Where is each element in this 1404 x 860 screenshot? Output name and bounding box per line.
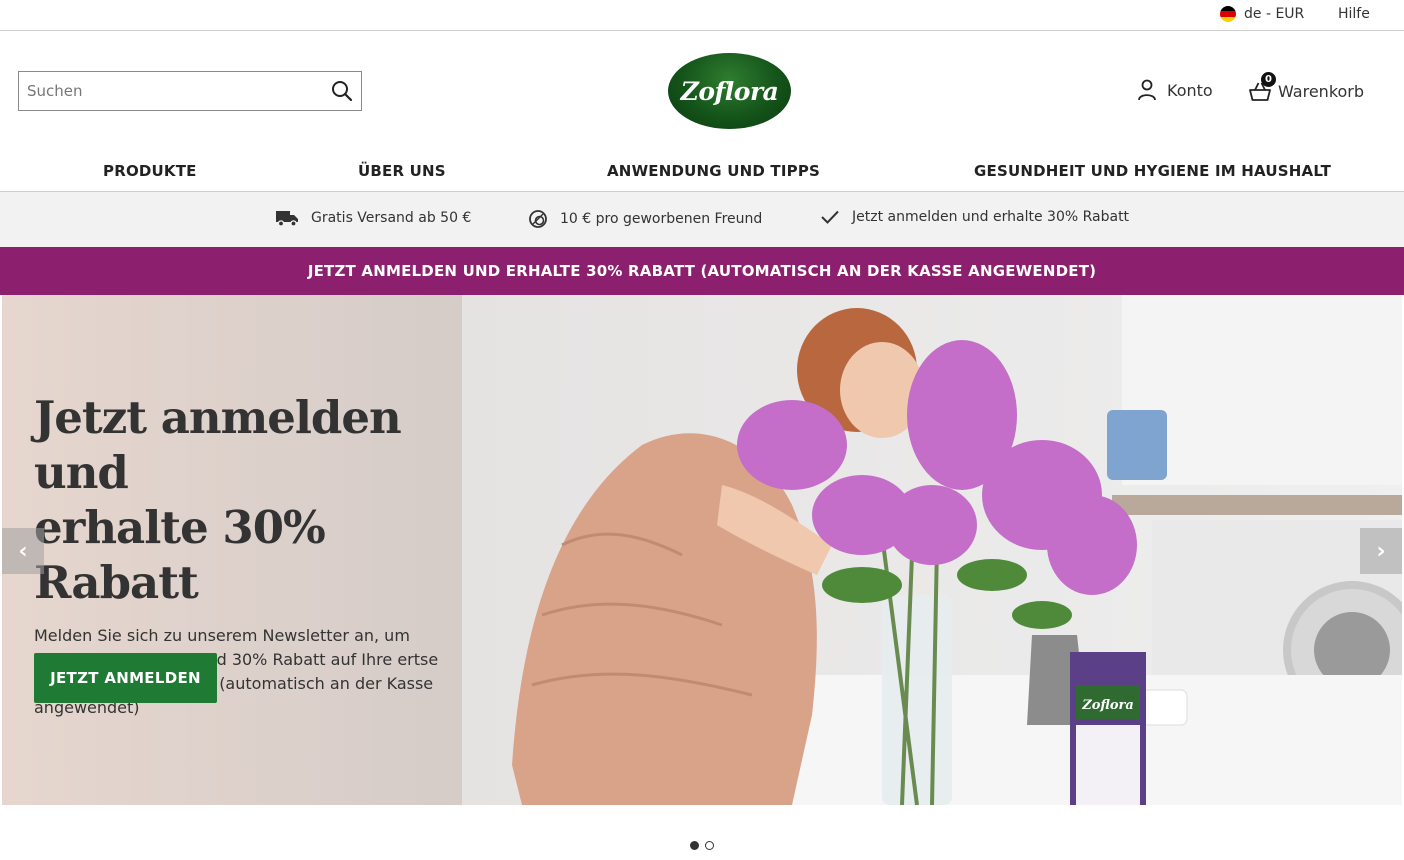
carousel-dot-2[interactable] <box>705 841 714 850</box>
hero-title-line1: Jetzt anmelden und <box>34 391 402 499</box>
search-box <box>18 71 362 111</box>
nav-item-ueber-uns[interactable]: ÜBER UNS <box>358 162 446 180</box>
nav-item-anwendung-und-tipps[interactable]: ANWENDUNG UND TIPPS <box>607 162 820 180</box>
chevron-left-icon: ‹ <box>18 538 28 564</box>
usp-text-referral: 10 € pro geworbenen Freund <box>560 211 763 227</box>
basket-label: Warenkorb <box>1278 81 1365 101</box>
site-logo[interactable]: Zoflora <box>668 53 791 129</box>
nav-item-gesundheit-und-hygiene[interactable]: GESUNDHEIT UND HYGIENE IM HAUSHALT <box>974 162 1331 180</box>
hero-slide: Zoflora Jetzt anmelden und erhalte 30% R… <box>2 295 1402 805</box>
coins-icon <box>529 210 547 228</box>
account-button[interactable]: Konto <box>1137 79 1213 101</box>
search-input[interactable] <box>19 72 323 110</box>
carousel-pagination <box>690 841 714 850</box>
usp-bar: Gratis Versand ab 50 € 10 € pro geworben… <box>0 192 1404 247</box>
basket-icon-wrap: 0 <box>1248 72 1276 103</box>
user-icon <box>1138 79 1156 101</box>
chevron-right-icon: › <box>1376 538 1386 564</box>
promo-banner[interactable]: JETZT ANMELDEN UND ERHALTE 30% RABATT (A… <box>0 247 1404 295</box>
locale-label: de - EUR <box>1244 6 1305 22</box>
usp-item: 10 € pro geworbenen Freund <box>528 209 762 229</box>
carousel-next-button[interactable]: › <box>1360 528 1402 574</box>
usp-text-signup: Jetzt anmelden und erhalte 30% Rabatt <box>852 209 1130 225</box>
basket-count-badge: 0 <box>1261 72 1276 87</box>
usp-item: Jetzt anmelden und erhalte 30% Rabatt <box>820 209 1129 225</box>
hero-title-line2: erhalte 30% Rabatt <box>34 501 326 609</box>
main-navigation: PRODUKTE ÜBER UNS ANWENDUNG UND TIPPS GE… <box>0 150 1404 192</box>
account-label: Konto <box>1167 80 1213 100</box>
help-link[interactable]: Hilfe <box>1338 6 1370 22</box>
usp-item: Gratis Versand ab 50 € <box>275 209 471 227</box>
carousel-prev-button[interactable]: ‹ <box>2 528 44 574</box>
delivery-truck-icon <box>276 211 298 227</box>
usp-text-shipping: Gratis Versand ab 50 € <box>311 210 472 226</box>
utility-bar: de - EUR Hilfe <box>0 0 1404 31</box>
product-box-logo: Zoflora <box>1081 698 1134 713</box>
nav-item-produkte[interactable]: PRODUKTE <box>103 162 197 180</box>
logo-text: Zoflora <box>680 76 779 106</box>
basket-button[interactable]: 0 Warenkorb <box>1248 72 1365 103</box>
promo-text: JETZT ANMELDEN UND ERHALTE 30% RABATT (A… <box>307 262 1097 280</box>
locale-selector[interactable]: de - EUR <box>1220 6 1304 22</box>
german-flag-icon <box>1220 6 1236 22</box>
carousel-dot-1[interactable] <box>690 841 699 850</box>
checkmark-icon <box>821 210 839 224</box>
signup-cta-button[interactable]: JETZT ANMELDEN <box>34 653 217 703</box>
search-button[interactable] <box>323 72 361 110</box>
hero-title: Jetzt anmelden und erhalte 30% Rabatt <box>34 390 474 610</box>
search-icon <box>332 81 353 102</box>
